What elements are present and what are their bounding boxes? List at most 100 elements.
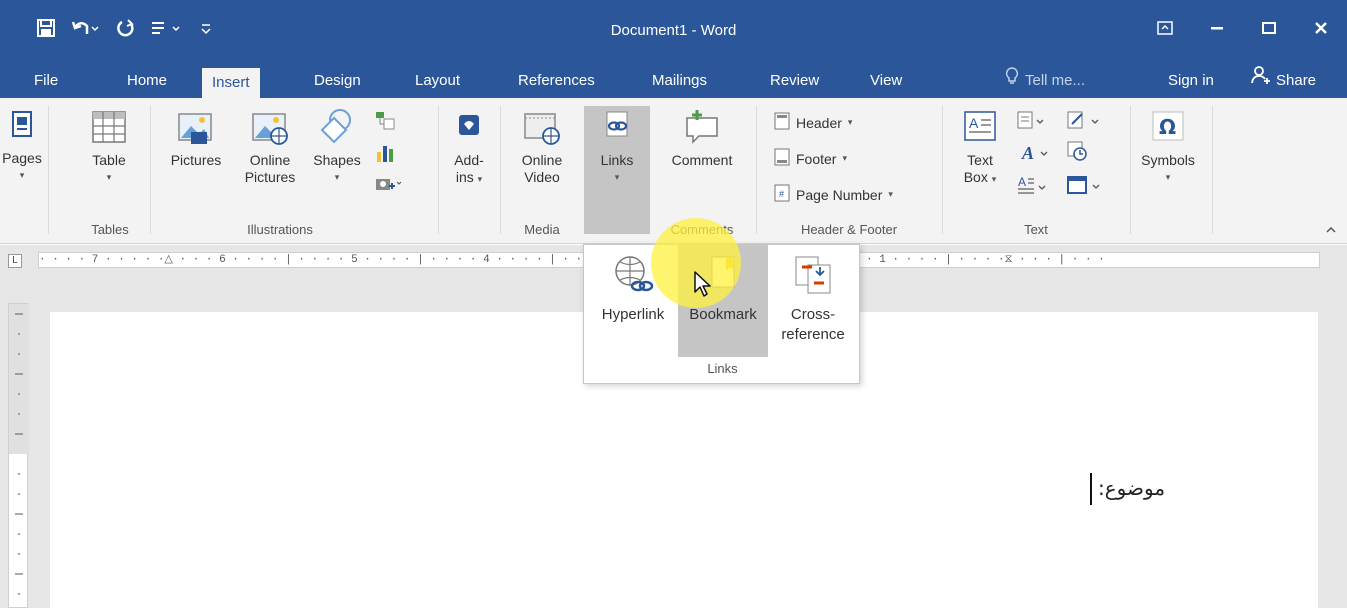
omega-icon: Ω [1149, 108, 1187, 146]
separator [150, 106, 151, 234]
footer-label: Footer [796, 150, 837, 167]
page-number-icon: # [774, 184, 790, 205]
text-small-buttons: A A [1016, 110, 1126, 210]
mouse-pointer-icon [693, 270, 715, 303]
chevron-down-icon: ▾ [1165, 172, 1171, 182]
pictures-icon [177, 108, 215, 146]
pictures-button[interactable]: Pictures [160, 108, 232, 169]
header-icon [774, 112, 790, 133]
share-button[interactable]: Share [1250, 64, 1316, 98]
store-icon [450, 108, 488, 146]
group-label-illustrations: Illustrations [247, 222, 313, 237]
quick-parts-icon[interactable] [1016, 110, 1050, 137]
comment-button[interactable]: Comment [658, 108, 746, 169]
svg-text:A: A [1021, 143, 1034, 163]
online-pictures-button[interactable]: Online Pictures [236, 108, 304, 186]
online-pictures-label-2: Pictures [244, 169, 296, 185]
hyperlink-label: Hyperlink [601, 306, 665, 323]
tab-home[interactable]: Home [117, 64, 177, 98]
hyperlink-icon [612, 253, 654, 295]
addins-button[interactable]: Add- ins ▾ [443, 108, 495, 188]
symbols-button[interactable]: Ω Symbols ▾ [1133, 108, 1203, 186]
group-label-header-footer: Header & Footer [800, 222, 898, 237]
tab-selector-icon[interactable]: L [8, 254, 22, 268]
table-icon [90, 108, 128, 146]
separator [48, 106, 49, 234]
tab-file[interactable]: File [24, 64, 68, 98]
online-pictures-icon [251, 108, 289, 146]
online-video-label-2: Video [524, 169, 560, 185]
chevron-down-icon: ▾ [19, 170, 25, 180]
save-icon[interactable] [26, 14, 66, 42]
table-label: Table [92, 152, 126, 168]
addins-label-2: ins [455, 169, 474, 185]
comment-label: Comment [671, 152, 733, 168]
tab-insert[interactable]: Insert [202, 68, 260, 100]
tell-me-box[interactable]: Tell me... [1005, 64, 1085, 98]
ribbon-tabs: File Home Insert Design Layout Reference… [0, 64, 1347, 100]
pages-button[interactable]: Pages ▾ [0, 108, 44, 184]
illustrations-small-buttons [374, 110, 404, 200]
customize-qat-icon[interactable] [186, 14, 226, 42]
touch-mode-icon[interactable] [146, 14, 186, 42]
chart-icon[interactable] [374, 142, 404, 168]
redo-icon[interactable] [106, 14, 146, 42]
minimize-icon[interactable] [1191, 12, 1243, 44]
object-icon[interactable] [1066, 174, 1106, 201]
group-label-tables: Tables [91, 222, 129, 237]
window-controls [1139, 12, 1347, 44]
chevron-down-icon: ▾ [106, 172, 112, 182]
comment-icon [683, 108, 721, 146]
text-box-label-1: Text [967, 152, 993, 168]
shapes-button[interactable]: Shapes ▾ [306, 108, 368, 186]
undo-icon[interactable] [66, 14, 106, 42]
svg-text:A: A [969, 115, 979, 131]
text-box-button[interactable]: A Text Box ▾ [956, 108, 1004, 188]
screenshot-icon[interactable] [374, 174, 404, 200]
table-button[interactable]: Table ▾ [87, 108, 131, 186]
cross-reference-icon [792, 253, 834, 295]
links-group-label: Links [707, 361, 738, 376]
footer-icon [774, 148, 790, 169]
symbols-label: Symbols [1141, 152, 1195, 168]
footer-button[interactable]: Footer ▾ [774, 148, 847, 169]
shapes-label: Shapes [313, 152, 361, 168]
vertical-ruler[interactable] [8, 303, 29, 608]
bookmark-label: Bookmark [689, 306, 757, 323]
links-label: Links [600, 152, 634, 168]
header-button[interactable]: Header ▾ [774, 112, 852, 133]
separator [1212, 106, 1213, 234]
pages-label: Pages [2, 150, 42, 166]
share-label: Share [1276, 72, 1317, 89]
pictures-label: Pictures [170, 152, 222, 168]
drop-cap-icon[interactable]: A [1016, 174, 1050, 201]
ribbon-display-icon[interactable] [1139, 12, 1191, 44]
collapse-ribbon-icon[interactable] [1325, 224, 1337, 238]
tab-references[interactable]: References [508, 64, 605, 98]
maximize-icon[interactable] [1243, 12, 1295, 44]
date-time-icon[interactable] [1066, 140, 1088, 167]
tab-view[interactable]: View [860, 64, 912, 98]
page-number-button[interactable]: # Page Number ▾ [774, 184, 893, 205]
tab-design[interactable]: Design [304, 64, 371, 98]
sign-in-link[interactable]: Sign in [1168, 64, 1214, 98]
cross-reference-button[interactable]: Cross- reference [768, 245, 858, 357]
chevron-down-icon: ▾ [614, 172, 620, 182]
lightbulb-icon [1005, 64, 1019, 98]
links-button[interactable]: Links ▾ [588, 108, 646, 186]
separator [500, 106, 501, 234]
header-label: Header [796, 114, 842, 131]
tab-mailings[interactable]: Mailings [642, 64, 717, 98]
tab-layout[interactable]: Layout [405, 64, 470, 98]
signature-line-icon[interactable] [1066, 110, 1106, 137]
tell-me-label: Tell me... [1025, 72, 1086, 89]
online-video-button[interactable]: Online Video [512, 108, 572, 186]
smartart-icon[interactable] [374, 110, 404, 136]
link-icon [598, 108, 636, 146]
wordart-icon[interactable]: A [1020, 142, 1054, 169]
separator [1130, 106, 1131, 234]
chevron-down-icon: ▾ [477, 174, 483, 184]
close-icon[interactable] [1295, 12, 1347, 44]
tab-review[interactable]: Review [760, 64, 829, 98]
separator [438, 106, 439, 234]
